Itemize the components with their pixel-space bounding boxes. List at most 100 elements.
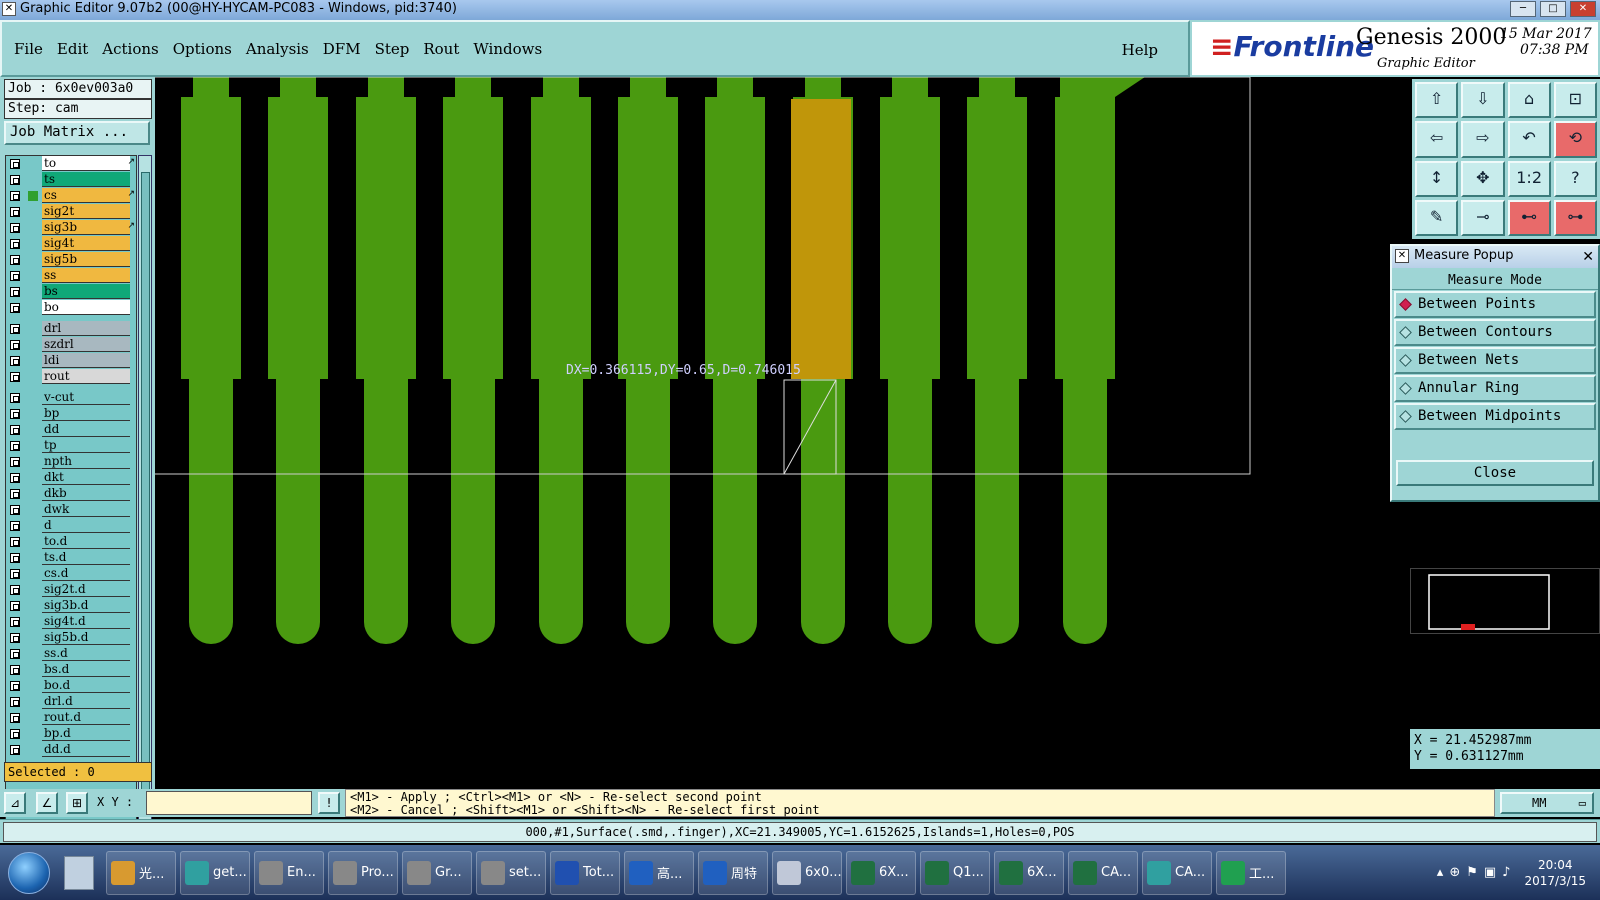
layer-row-ss-d[interactable]: ss.d [6,646,136,662]
tray-arrow-icon[interactable]: ▴ [1437,865,1444,880]
layer-row-bp[interactable]: bp [6,406,136,422]
layer-name[interactable]: sig5b [42,252,130,267]
layer-row-dd[interactable]: dd [6,422,136,438]
layer-checkbox[interactable] [10,191,20,201]
tray-network-icon[interactable]: ⊕ [1449,865,1460,880]
fit-vertical-icon[interactable]: ↕ [1415,160,1459,197]
layer-row-bo-d[interactable]: bo.d [6,678,136,694]
layer-checkbox[interactable] [10,681,20,691]
layer-checkbox[interactable] [10,713,20,723]
scrollbar-thumb[interactable] [141,172,150,812]
layer-name[interactable]: rout [42,369,130,384]
layer-row-sig2t-d[interactable]: sig2t.d [6,582,136,598]
layer-name[interactable]: ts.d [42,550,130,565]
layer-name[interactable]: dkt [42,470,130,485]
layer-row-dd-d[interactable]: dd.d [6,742,136,758]
menu-dfm[interactable]: DFM [323,40,361,58]
layer-checkbox[interactable] [10,745,20,755]
layer-row-sig2t[interactable]: sig2t [6,204,136,220]
layer-row-bo[interactable]: bo [6,300,136,316]
layer-row-sig4t[interactable]: sig4t [6,236,136,252]
layer-checkbox[interactable] [10,585,20,595]
layer-row-v-cut[interactable]: v-cut [6,390,136,406]
menu-step[interactable]: Step [375,40,410,58]
menu-help[interactable]: Help [1122,41,1158,59]
layer-checkbox[interactable] [10,287,20,297]
net-red-2-icon[interactable]: ⊶ [1553,199,1597,236]
layer-checkbox[interactable] [10,271,20,281]
menu-rout[interactable]: Rout [423,40,459,58]
taskbar-item[interactable]: 工... [1216,850,1286,895]
layer-name[interactable]: sig5b.d [42,630,130,645]
layer-name[interactable]: dd.d [42,742,130,757]
zoom-back-icon[interactable]: ↶ [1507,121,1551,158]
layer-name[interactable]: to.d [42,534,130,549]
layer-name[interactable]: ts [42,172,130,187]
layer-name[interactable]: szdrl [42,337,130,352]
pan-right-icon[interactable]: ⇨ [1461,121,1505,158]
redraw-icon[interactable]: ⟲ [1553,121,1597,158]
layer-row-drl-d[interactable]: drl.d [6,694,136,710]
layer-name[interactable]: bo.d [42,678,130,693]
pcb-view[interactable]: DX=0.366115,DY=0.65,D=0.746015 [155,77,1410,789]
ratio-1-2-icon[interactable]: 1:2 [1507,160,1551,197]
layer-name[interactable]: bo [42,300,130,315]
layer-row-tp[interactable]: tp [6,438,136,454]
layer-name[interactable]: d [42,518,130,533]
layer-checkbox[interactable] [10,239,20,249]
tray-flag-icon[interactable]: ⚑ [1466,865,1478,880]
layer-name[interactable]: to [42,156,130,171]
layer-checkbox[interactable] [10,505,20,515]
layer-name[interactable]: cs.d [42,566,130,581]
taskbar-item[interactable]: CA... [1142,850,1212,895]
overview-map[interactable] [1410,568,1600,634]
layer-checkbox[interactable] [10,207,20,217]
tray-volume-icon[interactable]: ♪ [1502,865,1510,880]
layer-checkbox[interactable] [10,457,20,467]
zoom-box-icon[interactable]: ⊡ [1553,82,1597,119]
taskbar-item[interactable]: 6X... [994,850,1064,895]
layer-checkbox[interactable] [10,729,20,739]
layer-checkbox[interactable] [10,633,20,643]
layer-row-ts-d[interactable]: ts.d [6,550,136,566]
layer-checkbox[interactable] [10,175,20,185]
layer-name[interactable]: sig4t [42,236,130,251]
taskbar-item[interactable]: Tot... [550,850,620,895]
minimize-button[interactable]: ─ [1510,1,1536,17]
probe-icon[interactable]: ⊸ [1461,199,1505,236]
layer-name[interactable]: npth [42,454,130,469]
layer-row-ldi[interactable]: ldi [6,353,136,369]
taskbar-item[interactable]: Q1... [920,850,990,895]
layer-name[interactable]: ldi [42,353,130,368]
graphic-canvas[interactable]: DX=0.366115,DY=0.65,D=0.746015 [155,77,1410,789]
layer-checkbox[interactable] [10,255,20,265]
layer-checkbox[interactable] [10,665,20,675]
layer-checkbox[interactable] [10,601,20,611]
layer-name[interactable]: sig2t [42,204,130,219]
taskbar-item[interactable]: 高... [624,850,694,895]
layer-name[interactable]: bp.d [42,726,130,741]
layer-row-bp-d[interactable]: bp.d [6,726,136,742]
home-top-icon[interactable]: ⇧ [1415,82,1459,119]
menu-file[interactable]: File [14,40,43,58]
layer-name[interactable]: dwk [42,502,130,517]
job-matrix-button[interactable]: Job Matrix ... [4,121,150,145]
taskbar-item[interactable]: set... [476,850,546,895]
taskbar-item[interactable]: En... [254,850,324,895]
layer-checkbox[interactable] [10,409,20,419]
measure-option-between-midpoints[interactable]: Between Midpoints [1394,403,1596,430]
layer-name[interactable]: rout.d [42,710,130,725]
taskbar-item[interactable]: 6X... [846,850,916,895]
layer-checkbox[interactable] [10,473,20,483]
layer-name[interactable]: tp [42,438,130,453]
taskbar-item[interactable]: 周特 [698,850,768,895]
unit-selector[interactable]: MM ▭ [1500,792,1594,814]
layer-name[interactable]: drl [42,321,130,336]
layer-row-rout-d[interactable]: rout.d [6,710,136,726]
taskbar-item[interactable]: Gr... [402,850,472,895]
taskbar-item[interactable]: 6x0... [772,850,842,895]
layer-name[interactable]: sig4t.d [42,614,130,629]
layer-row-sig5b[interactable]: sig5b [6,252,136,268]
layer-checkbox[interactable] [10,553,20,563]
grid-icon[interactable]: ⊞ [66,792,88,814]
